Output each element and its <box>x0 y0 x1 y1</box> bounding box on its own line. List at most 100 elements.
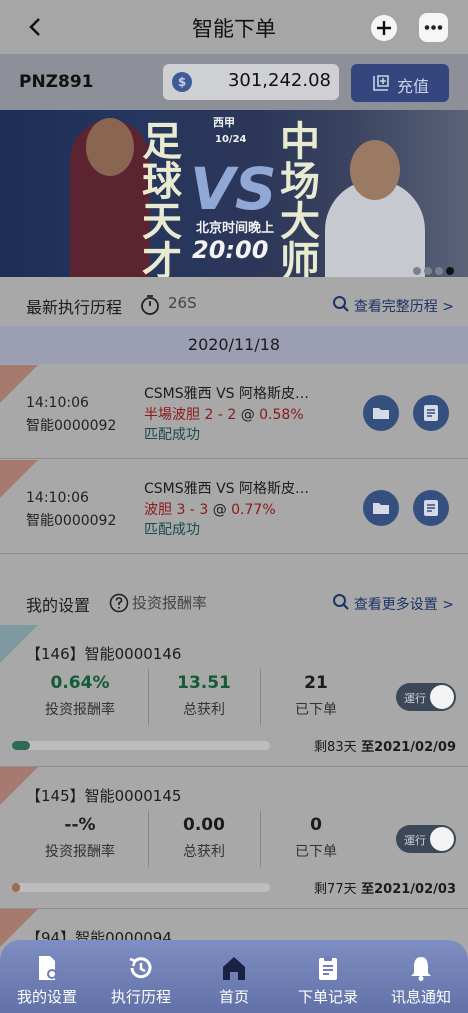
dollar-coin-icon: $ <box>172 72 192 92</box>
carousel-dot[interactable] <box>413 267 421 275</box>
history-title: 最新执行历程 <box>26 298 123 317</box>
history-smart-id: 智能0000092 <box>26 513 117 529</box>
carousel-dots <box>410 260 454 277</box>
view-full-history-link[interactable]: 查看完整历程 > <box>332 296 454 316</box>
setting-row[interactable]: 【146】智能0000146 0.64% 投资报酬率 13.51 总获利 21 已下单… <box>0 625 468 767</box>
roi-value: 0.64% <box>50 673 110 693</box>
banner-date: 10/24 <box>215 134 247 145</box>
balance-amount: 301,242.08 <box>227 70 331 91</box>
history-date-bar: 2020/11/18 <box>0 326 468 364</box>
profit-column: 0.00 总获利 <box>148 815 260 861</box>
roi-column: 0.64% 投资报酬率 <box>24 673 136 719</box>
history-status: 匹配成功 <box>144 427 200 443</box>
home-icon <box>223 957 245 980</box>
setting-row[interactable]: 【145】智能0000145 --% 投资报酬率 0.00 总获利 0 已下单 運行 … <box>0 767 468 909</box>
run-toggle[interactable]: 運行 <box>396 683 456 711</box>
page-title: 智能下单 <box>192 17 276 41</box>
bet-score: 2 - 2 <box>204 407 237 423</box>
tab-history[interactable]: 执行历程 <box>94 940 188 1013</box>
run-toggle[interactable]: 運行 <box>396 825 456 853</box>
view-more-settings-link[interactable]: 查看更多设置 > <box>332 594 454 614</box>
carousel-dot-active[interactable] <box>446 267 454 275</box>
banner-right-title: 中场大师 <box>280 119 320 277</box>
bet-type: 半場波胆 <box>144 407 200 423</box>
history-section-header: 最新执行历程 26S 查看完整历程 > <box>0 282 468 326</box>
carousel-dot[interactable] <box>424 267 432 275</box>
carousel-dot[interactable] <box>435 267 443 275</box>
bet-at: @ <box>240 407 255 423</box>
match-banner[interactable]: 足球天才 中场大师 VS 西甲 10/24 北京时间晚上 20:00 <box>0 110 468 277</box>
orders-label: 已下单 <box>295 844 337 860</box>
search-icon <box>332 296 349 312</box>
more-icon[interactable] <box>419 13 448 42</box>
profit-column: 13.51 总获利 <box>148 673 260 719</box>
bottom-tab-bar: 我的设置 执行历程 首页 下单记录 讯息通知 <box>0 940 468 1013</box>
topup-button[interactable]: 充值 <box>351 64 449 102</box>
history-row: 14:10:06 智能0000092 CSMS雅西 VS 阿格斯皮… 波胆 3 … <box>0 460 468 554</box>
toggle-knob <box>430 827 454 851</box>
setting-name: 【146】智能0000146 <box>26 645 182 663</box>
history-clock-icon <box>129 957 152 979</box>
details-button[interactable] <box>413 490 449 526</box>
bell-icon <box>411 957 431 981</box>
bet-rate: 0.58% <box>259 407 304 423</box>
orders-value: 0 <box>310 815 322 835</box>
history-bet: 半場波胆 2 - 2 @ 0.58% <box>144 404 304 424</box>
settings-section-header: 我的设置 投资报酬率 查看更多设置 > <box>0 580 468 624</box>
topup-label: 充值 <box>397 77 430 96</box>
details-button[interactable] <box>413 395 449 431</box>
toggle-label: 運行 <box>404 834 426 847</box>
smart-order-page: 智能下单 PNZ891 $ 301,242.08 充值 足球天才 中场大师 VS… <box>0 0 468 1013</box>
days-left: 剩83天 <box>314 740 357 755</box>
toggle-knob <box>430 685 454 709</box>
roi-help-label[interactable]: 投资报酬率 <box>132 592 207 613</box>
banner-league: 西甲 <box>213 116 235 129</box>
settings-doc-icon <box>39 956 57 980</box>
header-bar: 智能下单 <box>0 0 468 54</box>
profit-value: 0.00 <box>183 815 225 835</box>
expiry-date: 至2021/02/03 <box>361 882 456 897</box>
progress-bar <box>12 883 270 892</box>
history-bet: 波胆 3 - 3 @ 0.77% <box>144 499 276 519</box>
settings-title: 我的设置 <box>26 596 91 615</box>
history-countdown: 26S <box>168 294 197 312</box>
progress-fill <box>12 883 20 892</box>
days-left: 剩77天 <box>314 882 357 897</box>
folder-button[interactable] <box>363 395 399 431</box>
orders-column: 0 已下单 <box>260 815 372 861</box>
profit-label: 总获利 <box>183 844 225 860</box>
tab-label: 首页 <box>218 988 249 1006</box>
history-match: CSMS雅西 VS 阿格斯皮… <box>144 481 309 497</box>
account-bar: PNZ891 $ 301,242.08 充值 <box>0 54 468 110</box>
plus-icon[interactable] <box>371 15 397 41</box>
help-icon[interactable] <box>109 593 129 613</box>
tab-label: 下单记录 <box>297 988 358 1006</box>
orders-value: 21 <box>304 673 328 693</box>
progress-fill <box>12 741 31 750</box>
history-time: 14:10:06 <box>26 395 89 411</box>
bet-at: @ <box>212 502 227 518</box>
progress-bar <box>12 741 270 750</box>
timer-icon <box>141 295 159 315</box>
history-match: CSMS雅西 VS 阿格斯皮… <box>144 386 309 402</box>
folder-button[interactable] <box>363 490 399 526</box>
bet-type: 波胆 <box>144 502 172 518</box>
tab-my-settings[interactable]: 我的设置 <box>0 940 94 1013</box>
clipboard-icon <box>319 956 337 980</box>
orders-label: 已下单 <box>295 702 337 718</box>
toggle-label: 運行 <box>404 692 426 705</box>
tab-order-records[interactable]: 下单记录 <box>281 940 375 1013</box>
banner-beijing-time: 北京时间晚上 <box>196 221 275 236</box>
search-icon <box>332 594 349 610</box>
tab-notifications[interactable]: 讯息通知 <box>374 940 468 1013</box>
banner-time: 20:00 <box>192 236 269 264</box>
tab-home[interactable]: 首页 <box>187 940 281 1013</box>
roi-column: --% 投资报酬率 <box>24 815 136 861</box>
document-icon <box>424 405 438 421</box>
folder-icon <box>373 408 389 419</box>
expiry-date: 至2021/02/09 <box>361 740 456 755</box>
folder-icon <box>373 503 389 514</box>
tab-label: 讯息通知 <box>390 988 451 1006</box>
view-more-settings-label: 查看更多设置 > <box>353 597 454 613</box>
bet-score: 3 - 3 <box>176 502 209 518</box>
